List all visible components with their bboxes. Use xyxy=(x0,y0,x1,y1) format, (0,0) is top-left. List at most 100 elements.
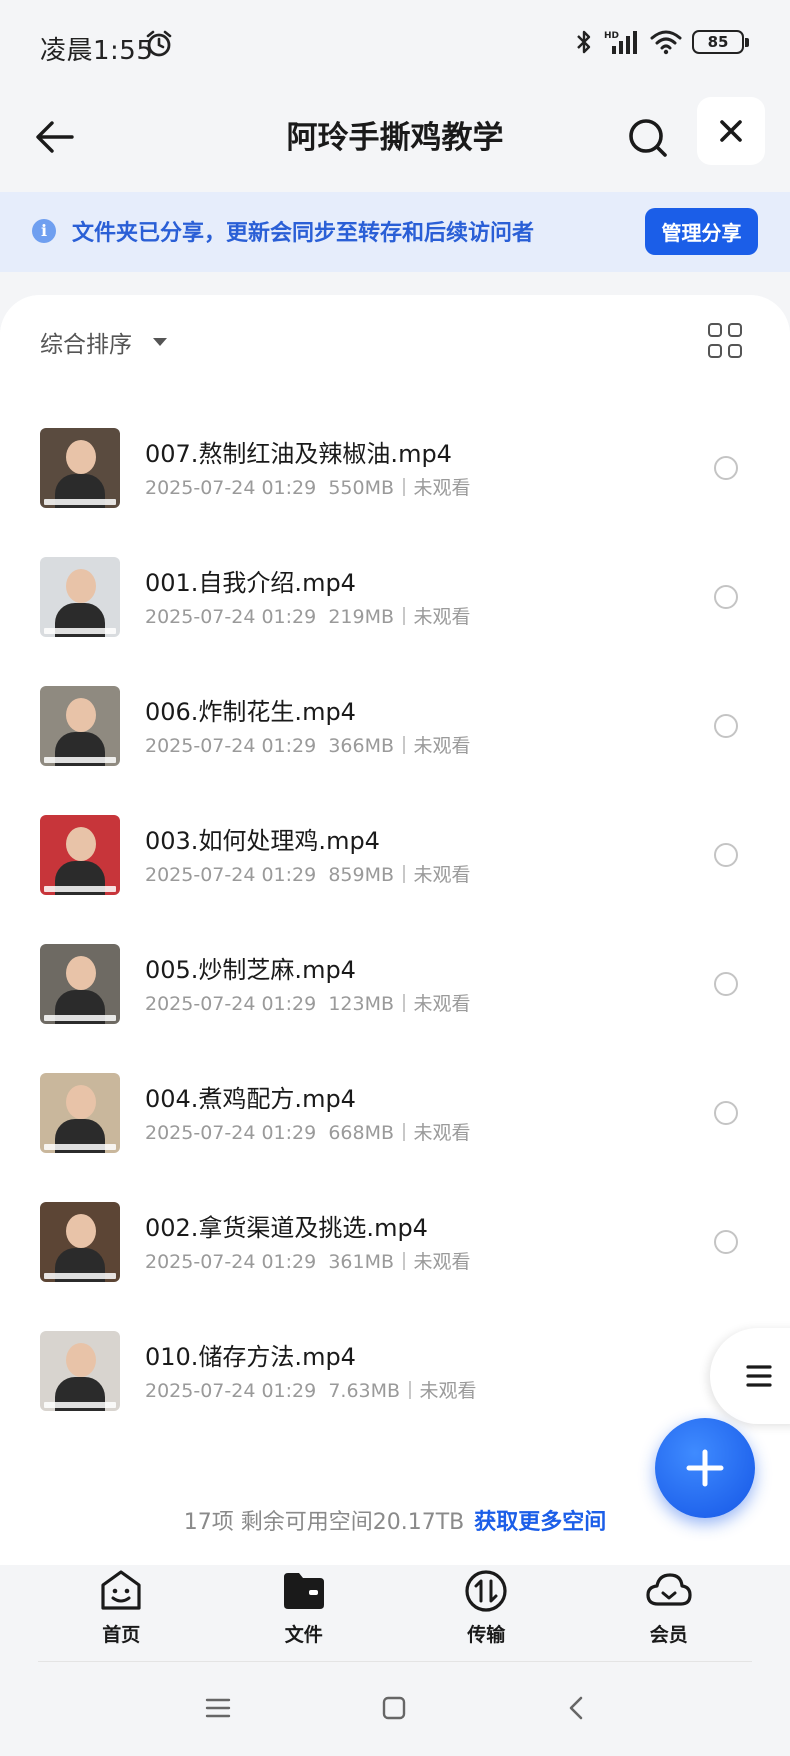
share-banner: i 文件夹已分享，更新会同步至转存和后续访问者 管理分享 xyxy=(0,192,790,272)
divider xyxy=(38,1661,752,1662)
storage-summary: 17项 剩余可用空间20.17TB 获取更多空间 xyxy=(0,1504,790,1536)
file-meta: 2025-07-24 01:29 123MB 未观看 xyxy=(145,989,471,1016)
watch-status: 未观看 xyxy=(413,1251,471,1273)
nav-home[interactable]: 首页 xyxy=(61,1560,181,1662)
file-date: 2025-07-24 01:29 xyxy=(145,606,317,628)
nav-transfer-label: 传输 xyxy=(467,1624,506,1646)
file-name: 004.煮鸡配方.mp4 xyxy=(145,1085,356,1113)
status-bar: 凌晨1:55 HD 85 xyxy=(0,0,790,92)
home-system-button[interactable] xyxy=(376,1690,412,1726)
close-icon xyxy=(720,120,742,142)
watch-status: 未观看 xyxy=(419,1380,477,1402)
nav-member-label: 会员 xyxy=(649,1624,688,1646)
folder-icon xyxy=(283,1573,324,1609)
select-radio[interactable] xyxy=(714,714,738,738)
status-time: 凌晨1:55 xyxy=(40,36,154,66)
get-more-space-link[interactable]: 获取更多空间 xyxy=(474,1510,606,1535)
sort-dropdown[interactable]: 综合排序 xyxy=(40,325,132,359)
video-thumbnail xyxy=(40,944,120,1024)
chevron-left-icon xyxy=(569,1696,583,1720)
file-date: 2025-07-24 01:29 xyxy=(145,477,317,499)
file-row[interactable]: 006.炸制花生.mp4 2025-07-24 01:29 366MB 未观看 xyxy=(0,658,790,787)
file-date: 2025-07-24 01:29 xyxy=(145,1380,317,1402)
recent-apps-button[interactable] xyxy=(200,1690,236,1726)
file-name: 001.自我介绍.mp4 xyxy=(145,569,356,597)
file-date: 2025-07-24 01:29 xyxy=(145,735,317,757)
menu-icon xyxy=(746,1365,772,1387)
watch-status: 未观看 xyxy=(413,606,471,628)
file-name: 007.熬制红油及辣椒油.mp4 xyxy=(145,440,452,468)
file-size: 219MB xyxy=(328,606,395,628)
plus-icon xyxy=(686,1449,724,1487)
back-system-button[interactable] xyxy=(558,1690,594,1726)
file-meta: 2025-07-24 01:29 859MB 未观看 xyxy=(145,860,471,887)
file-name: 002.拿货渠道及挑选.mp4 xyxy=(145,1214,428,1242)
video-thumbnail xyxy=(40,557,120,637)
nav-files[interactable]: 文件 xyxy=(244,1560,364,1662)
watch-status: 未观看 xyxy=(413,477,471,499)
file-meta: 2025-07-24 01:29 219MB 未观看 xyxy=(145,602,471,629)
nav-member[interactable]: 会员 xyxy=(609,1560,729,1662)
grid-view-icon[interactable] xyxy=(708,323,744,359)
file-size: 550MB xyxy=(328,477,395,499)
video-thumbnail xyxy=(40,1331,120,1411)
file-size: 361MB xyxy=(328,1251,395,1273)
nav-home-label: 首页 xyxy=(102,1624,141,1646)
file-meta: 2025-07-24 01:29 366MB 未观看 xyxy=(145,731,471,758)
video-thumbnail xyxy=(40,1202,120,1282)
file-row[interactable]: 007.熬制红油及辣椒油.mp4 2025-07-24 01:29 550MB 未观… xyxy=(0,400,790,529)
file-date: 2025-07-24 01:29 xyxy=(145,1122,317,1144)
watch-status: 未观看 xyxy=(413,1122,471,1144)
select-radio[interactable] xyxy=(714,585,738,609)
system-nav-bar xyxy=(0,1680,790,1736)
storage-summary-text: 17项 剩余可用空间20.17TB xyxy=(183,1510,465,1535)
file-meta: 2025-07-24 01:29 550MB 未观看 xyxy=(145,473,471,500)
select-radio[interactable] xyxy=(714,972,738,996)
file-name: 005.炒制芝麻.mp4 xyxy=(145,956,356,984)
nav-transfer[interactable]: 传输 xyxy=(426,1560,546,1662)
add-button[interactable] xyxy=(655,1418,755,1518)
alarm-icon xyxy=(146,30,172,57)
file-date: 2025-07-24 01:29 xyxy=(145,864,317,886)
file-meta: 2025-07-24 01:29 7.63MB 未观看 xyxy=(145,1376,477,1403)
bottom-nav: 首页 文件 传输 会员 xyxy=(0,1560,790,1662)
share-banner-text: 文件夹已分享，更新会同步至转存和后续访问者 xyxy=(72,221,535,246)
cloud-icon xyxy=(646,1573,692,1606)
select-radio[interactable] xyxy=(714,1101,738,1125)
caret-down-icon[interactable] xyxy=(153,338,167,346)
search-button[interactable] xyxy=(620,110,676,166)
video-thumbnail xyxy=(40,815,120,895)
close-button[interactable] xyxy=(697,97,765,165)
watch-status: 未观看 xyxy=(413,864,471,886)
file-size: 366MB xyxy=(328,735,395,757)
file-row[interactable]: 010.储存方法.mp4 2025-07-24 01:29 7.63MB 未观看 xyxy=(0,1303,790,1432)
file-row[interactable]: 005.炒制芝麻.mp4 2025-07-24 01:29 123MB 未观看 xyxy=(0,916,790,1045)
file-meta: 2025-07-24 01:29 361MB 未观看 xyxy=(145,1247,471,1274)
file-name: 006.炸制花生.mp4 xyxy=(145,698,356,726)
file-size: 668MB xyxy=(328,1122,395,1144)
bluetooth-icon xyxy=(577,30,591,54)
select-radio[interactable] xyxy=(714,1230,738,1254)
file-size: 123MB xyxy=(328,993,395,1015)
header: 阿玲手撕鸡教学 xyxy=(0,92,790,192)
square-icon xyxy=(382,1696,406,1720)
manage-share-button[interactable]: 管理分享 xyxy=(645,208,758,255)
file-row[interactable]: 001.自我介绍.mp4 2025-07-24 01:29 219MB 未观看 xyxy=(0,529,790,658)
file-size: 7.63MB xyxy=(328,1380,401,1402)
menu-lines-icon xyxy=(205,1698,231,1718)
video-thumbnail xyxy=(40,1073,120,1153)
wifi-icon xyxy=(650,30,682,55)
file-meta: 2025-07-24 01:29 668MB 未观看 xyxy=(145,1118,471,1145)
svg-text:HD: HD xyxy=(604,31,619,41)
select-radio[interactable] xyxy=(714,843,738,867)
video-thumbnail xyxy=(40,686,120,766)
file-row[interactable]: 003.如何处理鸡.mp4 2025-07-24 01:29 859MB 未观看 xyxy=(0,787,790,916)
file-row[interactable]: 004.煮鸡配方.mp4 2025-07-24 01:29 668MB 未观看 xyxy=(0,1045,790,1174)
watch-status: 未观看 xyxy=(413,993,471,1015)
select-radio[interactable] xyxy=(714,456,738,480)
file-list: 2025-07-24 01:29 240MB未观看007.熬制红油及辣椒油.mp… xyxy=(0,299,790,1432)
status-icons: HD 85 xyxy=(574,28,749,56)
file-row[interactable]: 002.拿货渠道及挑选.mp4 2025-07-24 01:29 361MB 未观看 xyxy=(0,1174,790,1303)
sort-toolbar: 综合排序 xyxy=(0,295,790,385)
video-thumbnail xyxy=(40,428,120,508)
